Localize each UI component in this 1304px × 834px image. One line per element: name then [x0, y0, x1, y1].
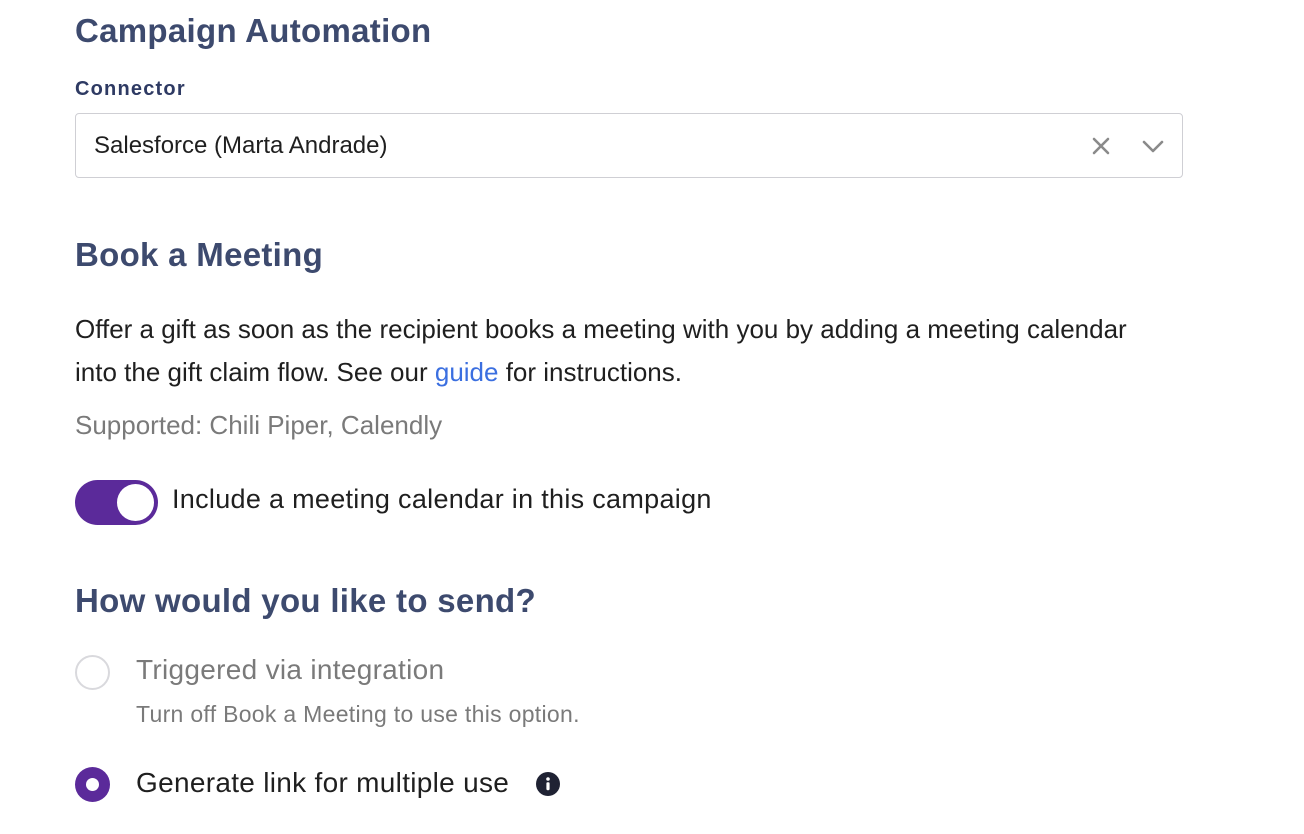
close-icon[interactable] [1089, 134, 1113, 158]
description-text-end: for instructions. [498, 357, 682, 387]
meeting-calendar-toggle-label[interactable]: Include a meeting calendar in this campa… [172, 484, 712, 515]
campaign-automation-title: Campaign Automation [75, 12, 432, 49]
guide-link[interactable]: guide [435, 357, 499, 387]
radio-generate-link[interactable] [75, 767, 110, 802]
book-meeting-description: Offer a gift as soon as the recipient bo… [75, 308, 1175, 394]
supported-integrations-text: Supported: Chili Piper, Calendly [75, 410, 443, 440]
connector-label: Connector [75, 78, 186, 100]
send-method-title: How would you like to send? [75, 582, 536, 619]
meeting-calendar-toggle[interactable] [75, 480, 158, 525]
campaign-settings-page: Campaign Automation Connector Salesforce… [0, 0, 1304, 834]
radio-selected-dot [86, 778, 99, 791]
chevron-down-icon[interactable] [1140, 134, 1166, 158]
connector-selected-value: Salesforce (Marta Andrade) [94, 132, 388, 159]
toggle-knob [117, 484, 154, 521]
connector-select[interactable]: Salesforce (Marta Andrade) [75, 113, 1183, 178]
book-meeting-title: Book a Meeting [75, 236, 324, 273]
info-icon[interactable] [536, 772, 560, 796]
radio-label-generate-link[interactable]: Generate link for multiple use [136, 767, 509, 799]
radio-triggered-via-integration[interactable] [75, 655, 110, 690]
triggered-option-hint: Turn off Book a Meeting to use this opti… [136, 701, 580, 727]
radio-label-triggered-via-integration[interactable]: Triggered via integration [136, 654, 444, 686]
